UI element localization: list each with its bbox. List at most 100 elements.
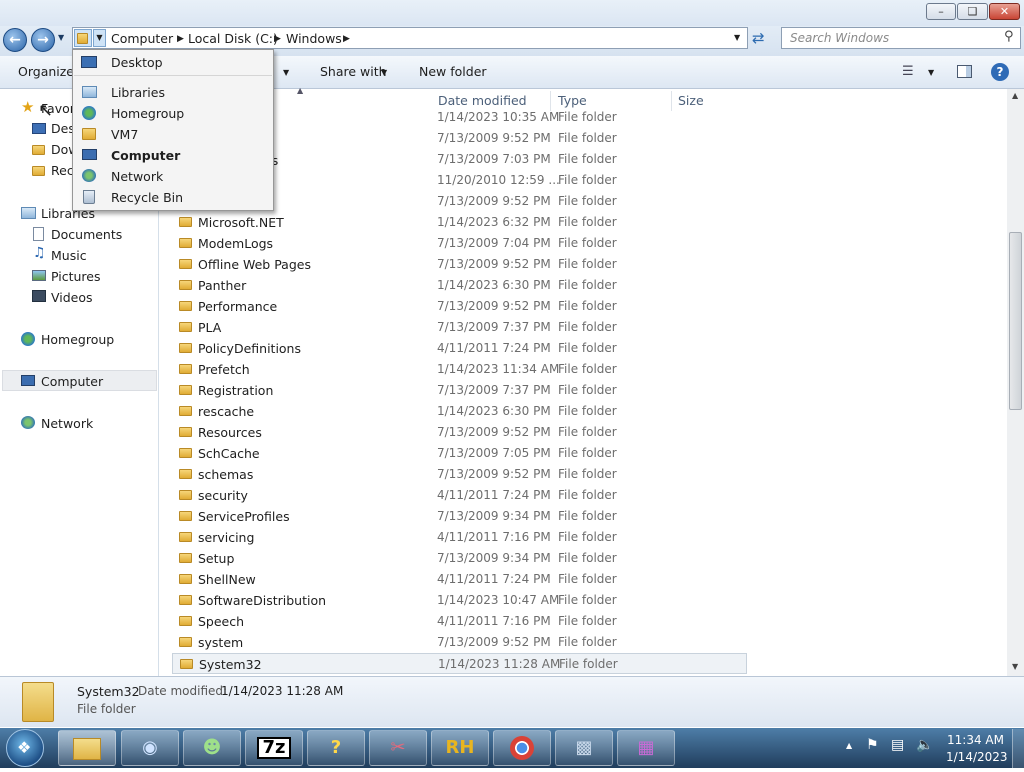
file-name[interactable]: Setup: [198, 551, 234, 566]
file-name[interactable]: System32: [199, 657, 262, 672]
breadcrumb-local-disk[interactable]: Local Disk (C:): [188, 31, 278, 46]
breadcrumb-separator-icon[interactable]: ▶: [177, 34, 184, 44]
file-name[interactable]: Panther: [198, 278, 246, 293]
share-with-button[interactable]: Share with: [320, 64, 387, 79]
address-history-dropdown-icon[interactable]: ▼: [734, 33, 740, 42]
menu-item-computer[interactable]: Computer: [111, 148, 180, 163]
new-folder-button[interactable]: New folder: [419, 64, 487, 79]
table-row[interactable]: system 7/13/2009 9:52 PM File folder: [172, 632, 747, 653]
chevron-down-icon[interactable]: ▼: [928, 68, 934, 77]
column-size[interactable]: Size: [678, 93, 704, 108]
scroll-up-icon[interactable]: ▲: [1012, 91, 1018, 100]
menu-item-libraries[interactable]: Libraries: [111, 85, 165, 100]
file-name[interactable]: Speech: [198, 614, 244, 629]
file-name[interactable]: security: [198, 488, 248, 503]
nav-computer[interactable]: Computer: [41, 374, 103, 389]
network-status-icon[interactable]: ▤: [891, 737, 904, 753]
file-name[interactable]: Performance: [198, 299, 277, 314]
file-name[interactable]: system: [198, 635, 243, 650]
breadcrumb-windows[interactable]: Windows: [286, 31, 342, 46]
menu-item-homegroup[interactable]: Homegroup: [111, 106, 184, 121]
recent-pages-dropdown-icon[interactable]: ▼: [58, 33, 64, 42]
taskbar-explorer-button[interactable]: [58, 730, 116, 766]
file-name[interactable]: rescache: [198, 404, 254, 419]
taskbar-computer-button[interactable]: ▩: [555, 730, 613, 766]
column-type[interactable]: Type: [558, 93, 587, 108]
minimize-button[interactable]: –: [926, 3, 956, 20]
chevron-down-icon[interactable]: ▼: [283, 68, 289, 77]
file-name[interactable]: ServiceProfiles: [198, 509, 290, 524]
nav-recent-places[interactable]: Rec: [51, 163, 74, 178]
start-button[interactable]: ❖: [6, 729, 44, 767]
taskbar-chrome-button[interactable]: [493, 730, 551, 766]
taskbar-7zip-button[interactable]: 7z: [245, 730, 303, 766]
menu-item-network[interactable]: Network: [111, 169, 163, 184]
table-row[interactable]: Setup 7/13/2009 9:34 PM File folder: [172, 548, 747, 569]
table-row[interactable]: SoftwareDistribution 1/14/2023 10:47 AM Fi…: [172, 590, 747, 611]
organize-button[interactable]: Organize: [18, 64, 74, 79]
taskbar-tools-button[interactable]: ✂: [369, 730, 427, 766]
file-name[interactable]: Offline Web Pages: [198, 257, 311, 272]
table-row[interactable]: servicing 4/11/2011 7:16 PM File folder: [172, 527, 747, 548]
action-center-flag-icon[interactable]: ⚑: [866, 737, 879, 753]
column-date-modified[interactable]: Date modified: [438, 93, 527, 108]
search-box[interactable]: Search Windows ⚲: [781, 27, 1021, 49]
taskbar-rh-button[interactable]: RH: [431, 730, 489, 766]
nav-videos[interactable]: Videos: [51, 290, 93, 305]
preview-pane-icon[interactable]: [957, 65, 972, 78]
taskbar-help-button[interactable]: ?: [307, 730, 365, 766]
table-row[interactable]: schemas 7/13/2009 9:52 PM File folder: [172, 464, 747, 485]
location-dropdown-menu[interactable]: [72, 49, 274, 211]
table-row[interactable]: Resources 7/13/2009 9:52 PM File folder: [172, 422, 747, 443]
back-button[interactable]: ←: [3, 28, 27, 52]
file-name[interactable]: ShellNew: [198, 572, 256, 587]
file-name[interactable]: Microsoft.NET: [198, 215, 284, 230]
nav-music[interactable]: Music: [51, 248, 87, 263]
nav-network[interactable]: Network: [41, 416, 93, 431]
forward-button[interactable]: →: [31, 28, 55, 52]
menu-item-recycle-bin[interactable]: Recycle Bin: [111, 190, 183, 205]
help-icon[interactable]: ?: [991, 63, 1009, 81]
menu-item-desktop[interactable]: Desktop: [111, 55, 163, 70]
table-row[interactable]: ModemLogs 7/13/2009 7:04 PM File folder: [172, 233, 747, 254]
file-name[interactable]: SchCache: [198, 446, 260, 461]
table-row[interactable]: security 4/11/2011 7:24 PM File folder: [172, 485, 747, 506]
table-row[interactable]: ShellNew 4/11/2011 7:24 PM File folder: [172, 569, 747, 590]
location-dropdown-button[interactable]: ▼: [93, 29, 106, 47]
nav-pictures[interactable]: Pictures: [51, 269, 101, 284]
taskbar-browser-button[interactable]: ◉: [121, 730, 179, 766]
show-hidden-icons-icon[interactable]: ▲: [846, 741, 852, 750]
table-row[interactable]: Panther 1/14/2023 6:30 PM File folder: [172, 275, 747, 296]
volume-muted-icon[interactable]: 🔈: [916, 737, 933, 753]
restore-button[interactable]: ❑: [957, 3, 988, 20]
scroll-down-icon[interactable]: ▼: [1012, 662, 1018, 671]
file-name[interactable]: servicing: [198, 530, 254, 545]
table-row[interactable]: System32 1/14/2023 11:28 AM File folder: [172, 653, 747, 674]
sort-up-icon[interactable]: ▲: [297, 86, 303, 95]
view-options-icon[interactable]: ☰: [902, 64, 914, 79]
table-row[interactable]: PLA 7/13/2009 7:37 PM File folder: [172, 317, 747, 338]
table-row[interactable]: Offline Web Pages 7/13/2009 9:52 PM File f…: [172, 254, 747, 275]
scrollbar-thumb[interactable]: [1009, 232, 1022, 410]
folder-location-icon[interactable]: [74, 29, 92, 47]
breadcrumb-computer[interactable]: Computer: [111, 31, 173, 46]
nav-homegroup[interactable]: Homegroup: [41, 332, 114, 347]
table-row[interactable]: Microsoft.NET 1/14/2023 6:32 PM File folde…: [172, 212, 747, 233]
search-input[interactable]: Search Windows: [790, 31, 889, 45]
table-row[interactable]: Prefetch 1/14/2023 11:34 AM File folder: [172, 359, 747, 380]
file-name[interactable]: Registration: [198, 383, 273, 398]
table-row[interactable]: Performance 7/13/2009 9:52 PM File folder: [172, 296, 747, 317]
chevron-down-icon[interactable]: ▼: [381, 68, 387, 77]
table-row[interactable]: Registration 7/13/2009 7:37 PM File folder: [172, 380, 747, 401]
taskbar-archive-button[interactable]: ▦: [617, 730, 675, 766]
clock-time[interactable]: 11:34 AM: [947, 733, 1004, 747]
search-icon[interactable]: ⚲: [1004, 29, 1014, 44]
file-name[interactable]: Resources: [198, 425, 262, 440]
close-button[interactable]: ✕: [989, 3, 1020, 20]
file-name[interactable]: Prefetch: [198, 362, 250, 377]
window-title-bar[interactable]: – ❑ ✕: [0, 0, 1024, 26]
file-name[interactable]: PLA: [198, 320, 221, 335]
refresh-icon[interactable]: ⇄: [752, 29, 765, 47]
table-row[interactable]: PolicyDefinitions 4/11/2011 7:24 PM File f…: [172, 338, 747, 359]
show-desktop-button[interactable]: [1012, 729, 1024, 768]
